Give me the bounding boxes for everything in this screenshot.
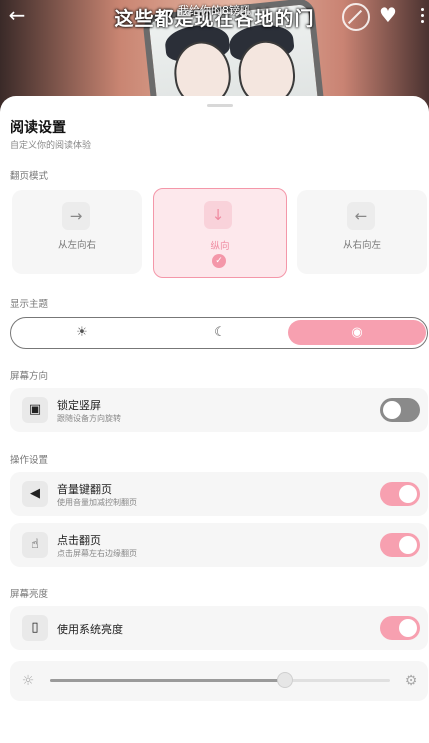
toggle-knob xyxy=(399,619,417,637)
auto-theme-icon[interactable]: ◉ xyxy=(288,320,426,345)
tap-page-title: 点击翻页 xyxy=(57,534,101,547)
phone-lock-icon: ▣ xyxy=(22,397,48,423)
lock-portrait-toggle[interactable] xyxy=(380,398,420,422)
tap-icon: ☝ xyxy=(22,532,48,558)
tap-page-desc: 点击屏幕左右边缘翻页 xyxy=(57,549,137,558)
brightness-track[interactable] xyxy=(50,679,390,682)
reading-settings-sheet: 阅读设置 自定义你的阅读体验 翻页模式 → 从左向右 ↓ 纵向 ✓ ← 从右向左… xyxy=(0,96,429,743)
brightness-slider-row: ☼ ⚙ xyxy=(10,661,428,701)
toggle-knob xyxy=(383,401,401,419)
controls-label: 操作设置 xyxy=(10,455,49,466)
lock-portrait-title: 锁定竖屏 xyxy=(57,399,101,412)
toggle-knob xyxy=(399,485,417,503)
page-mode-label-rtl: 从右向左 xyxy=(342,240,381,251)
theme-label: 显示主题 xyxy=(10,299,49,310)
ban-icon[interactable] xyxy=(342,3,370,31)
arrow-left-icon[interactable]: ← xyxy=(6,4,28,26)
lock-portrait-row[interactable]: ▣ 锁定竖屏 跟随设备方向旋转 xyxy=(10,388,428,432)
heart-icon[interactable]: ♥ xyxy=(376,3,400,27)
system-brightness-toggle[interactable] xyxy=(380,616,420,640)
tap-page-toggle[interactable] xyxy=(380,533,420,557)
system-brightness-row[interactable]: ▯ 使用系统亮度 xyxy=(10,606,428,650)
phone-icon: ▯ xyxy=(22,615,48,641)
page-mode-label: 翻页模式 xyxy=(10,171,49,182)
lock-portrait-desc: 跟随设备方向旋转 xyxy=(57,414,121,423)
sheet-title: 阅读设置 xyxy=(10,120,66,136)
brightness-high-icon: ⚙ xyxy=(404,673,418,689)
page-mode-vertical[interactable]: ↓ 纵向 ✓ xyxy=(153,188,287,278)
arrow-right-icon: → xyxy=(62,202,90,230)
brightness-fill xyxy=(50,679,285,682)
page-mode-right-to-left[interactable]: ← 从右向左 xyxy=(297,190,427,274)
brightness-label: 屏幕亮度 xyxy=(10,589,49,600)
volume-page-title: 音量键翻页 xyxy=(57,483,112,496)
volume-page-row[interactable]: ◀ 音量键翻页 使用音量加减控制翻页 xyxy=(10,472,428,516)
sun-icon[interactable]: ☀ xyxy=(13,320,151,345)
tap-page-row[interactable]: ☝ 点击翻页 点击屏幕左右边缘翻页 xyxy=(10,523,428,567)
theme-selector: ☀ ☾ ◉ xyxy=(10,317,428,349)
brightness-thumb[interactable] xyxy=(276,672,293,688)
page-mode-label-vertical: 纵向 xyxy=(210,241,230,252)
system-brightness-title: 使用系统亮度 xyxy=(57,623,123,636)
sheet-subtitle: 自定义你的阅读体验 xyxy=(10,141,92,151)
page-mode-label-ltr: 从左向右 xyxy=(57,240,96,251)
moon-icon[interactable]: ☾ xyxy=(151,320,289,345)
volume-icon: ◀ xyxy=(22,481,48,507)
page-mode-left-to-right[interactable]: → 从左向右 xyxy=(12,190,142,274)
arrow-down-icon: ↓ xyxy=(204,201,232,229)
more-vertical-icon[interactable] xyxy=(420,6,426,26)
reader-top-bar: 这些都是现在各地的门 我给你的8镑吼 ← ♥ xyxy=(0,0,429,32)
drag-handle[interactable] xyxy=(207,104,233,107)
toggle-knob xyxy=(399,536,417,554)
volume-page-desc: 使用音量加减控制翻页 xyxy=(57,498,137,507)
orientation-label: 屏幕方向 xyxy=(10,371,49,382)
arrow-left-icon: ← xyxy=(347,202,375,230)
volume-page-toggle[interactable] xyxy=(380,482,420,506)
check-icon: ✓ xyxy=(212,254,226,268)
brightness-low-icon: ☼ xyxy=(21,673,35,689)
